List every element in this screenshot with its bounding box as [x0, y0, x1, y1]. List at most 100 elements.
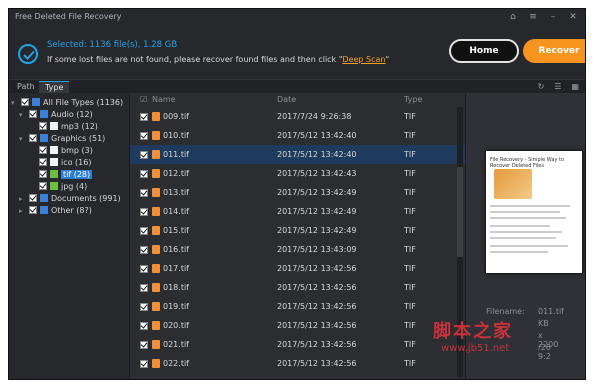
folder-icon	[32, 98, 40, 106]
detail-view-icon[interactable]: ▦	[571, 82, 579, 91]
table-row[interactable]: 011.tif 2017/5/12 13:42:40 TIF	[130, 145, 465, 164]
scan-complete-icon	[18, 44, 38, 64]
recover-button[interactable]: Recover	[523, 39, 585, 63]
row-checkbox[interactable]	[140, 322, 148, 330]
image-file-icon	[152, 226, 160, 235]
row-checkbox[interactable]	[140, 132, 148, 140]
tree-node-ico[interactable]: ico (16)	[39, 157, 91, 169]
tree-checkbox[interactable]	[29, 110, 37, 118]
row-checkbox[interactable]	[140, 246, 148, 254]
file-date: 2017/5/12 13:42:40	[277, 131, 357, 140]
table-row[interactable]: 013.tif 2017/5/12 13:42:49 TIF	[130, 183, 465, 202]
table-row[interactable]: 010.tif 2017/5/12 13:42:40 TIF	[130, 126, 465, 145]
tree-checkbox[interactable]	[39, 146, 47, 154]
table-row[interactable]: 018.tif 2017/5/12 13:42:56 TIF	[130, 278, 465, 297]
column-type[interactable]: Type	[404, 95, 422, 104]
file-name: 010.tif	[163, 131, 189, 140]
file-type: TIF	[404, 112, 416, 121]
file-name: 016.tif	[163, 245, 189, 254]
menu-icon[interactable]: ≡	[527, 11, 539, 23]
table-row[interactable]: 021.tif 2017/5/12 13:42:56 TIF	[130, 335, 465, 354]
column-date[interactable]: Date	[277, 95, 296, 104]
row-checkbox[interactable]	[140, 265, 148, 273]
tree-checkbox[interactable]	[29, 206, 37, 214]
scan-header: Selected: 1136 file(s), 1.28 GB If some …	[9, 29, 585, 79]
table-row[interactable]: 015.tif 2017/5/12 13:42:49 TIF	[130, 221, 465, 240]
table-row[interactable]: 016.tif 2017/5/12 13:43:09 TIF	[130, 240, 465, 259]
tab-bar: Path Type ↻ ☰ ▦	[9, 79, 585, 94]
tree-checkbox[interactable]	[39, 158, 47, 166]
table-row[interactable]: 022.tif 2017/5/12 13:42:56 TIF	[130, 354, 465, 373]
file-name: 013.tif	[163, 188, 189, 197]
file-name: 011.tif	[163, 150, 189, 159]
file-date: 2017/5/12 13:42:49	[277, 188, 357, 197]
table-row[interactable]: 014.tif 2017/5/12 13:42:49 TIF	[130, 202, 465, 221]
scroll-thumb[interactable]	[457, 167, 463, 257]
row-checkbox[interactable]	[140, 341, 148, 349]
tree-checkbox[interactable]	[39, 182, 47, 190]
file-name: 019.tif	[163, 302, 189, 311]
tree-node-documents[interactable]: ▸ Documents (991)	[19, 193, 121, 205]
tree-node-tif[interactable]: tif (28)	[39, 169, 93, 181]
collapse-icon[interactable]: ▾	[19, 109, 27, 121]
file-date: 2017/5/12 13:42:56	[277, 359, 357, 368]
tree-node-all[interactable]: ▾ All File Types (1136)	[11, 97, 123, 109]
file-date: 2017/5/12 13:42:56	[277, 264, 357, 273]
table-row[interactable]: 017.tif 2017/5/12 13:42:56 TIF	[130, 259, 465, 278]
tree-checkbox[interactable]	[21, 98, 29, 106]
row-checkbox[interactable]	[140, 360, 148, 368]
row-checkbox[interactable]	[140, 113, 148, 121]
row-checkbox[interactable]	[140, 151, 148, 159]
tree-checkbox[interactable]	[39, 170, 47, 178]
site-watermark-url: www.jb51.net	[441, 343, 510, 354]
tree-checkbox[interactable]	[29, 194, 37, 202]
collapse-icon[interactable]: ▾	[11, 97, 19, 109]
title-bar: Free Deleted File Recovery ⌂ ≡ – ✕	[9, 9, 585, 27]
expand-icon[interactable]: ▸	[19, 193, 27, 205]
list-view-icon[interactable]: ☰	[554, 82, 561, 91]
column-name[interactable]: Name	[152, 95, 176, 104]
select-all-checkbox[interactable]: ☑	[140, 95, 147, 104]
row-checkbox[interactable]	[140, 227, 148, 235]
tree-label: tif (28)	[61, 170, 93, 179]
tree-label: mp3 (12)	[61, 122, 98, 131]
refresh-icon[interactable]: ↻	[538, 82, 545, 91]
file-type: TIF	[404, 188, 416, 197]
tree-node-audio[interactable]: ▾ Audio (12)	[19, 109, 93, 121]
collapse-icon[interactable]: ▾	[19, 133, 27, 145]
feedback-icon[interactable]: ⌂	[507, 11, 519, 23]
close-icon[interactable]: ✕	[567, 11, 579, 23]
tree-node-jpg[interactable]: jpg (4)	[39, 181, 87, 193]
file-date: 2017/5/12 13:42:56	[277, 340, 357, 349]
tree-node-other[interactable]: ▸ Other (8?)	[19, 205, 92, 217]
row-checkbox[interactable]	[140, 170, 148, 178]
image-file-icon	[152, 245, 160, 254]
file-date: 2017/7/24 9:26:38	[277, 112, 352, 121]
row-checkbox[interactable]	[140, 208, 148, 216]
row-checkbox[interactable]	[140, 284, 148, 292]
deep-scan-link[interactable]: Deep Scan	[342, 55, 385, 64]
site-watermark: 脚本之家	[433, 321, 513, 342]
table-row[interactable]: 019.tif 2017/5/12 13:42:56 TIF	[130, 297, 465, 316]
minimize-icon[interactable]: –	[547, 11, 559, 23]
tree-checkbox[interactable]	[29, 134, 37, 142]
file-date: 2017/5/12 13:42:56	[277, 302, 357, 311]
folder-icon	[40, 206, 48, 214]
folder-icon	[40, 110, 48, 118]
tree-node-mp3[interactable]: mp3 (12)	[39, 121, 98, 133]
tree-node-graphics[interactable]: ▾ Graphics (51)	[19, 133, 105, 145]
tree-node-bmp[interactable]: bmp (3)	[39, 145, 93, 157]
table-row[interactable]: 020.tif 2017/5/12 13:42:56 TIF	[130, 316, 465, 335]
expand-icon[interactable]: ▸	[19, 205, 27, 217]
row-checkbox[interactable]	[140, 189, 148, 197]
home-button[interactable]: Home	[449, 39, 519, 63]
tree-checkbox[interactable]	[39, 122, 47, 130]
table-row[interactable]: 012.tif 2017/5/12 13:42:43 TIF	[130, 164, 465, 183]
deep-scan-hint: If some lost files are not found, please…	[47, 55, 389, 64]
text-line	[490, 251, 548, 253]
table-row[interactable]: 009.tif 2017/7/24 9:26:38 TIF	[130, 107, 465, 126]
file-date: 2017/5/12 13:42:56	[277, 283, 357, 292]
file-icon	[50, 146, 58, 154]
row-checkbox[interactable]	[140, 303, 148, 311]
tree-label: Documents (991)	[51, 194, 121, 203]
